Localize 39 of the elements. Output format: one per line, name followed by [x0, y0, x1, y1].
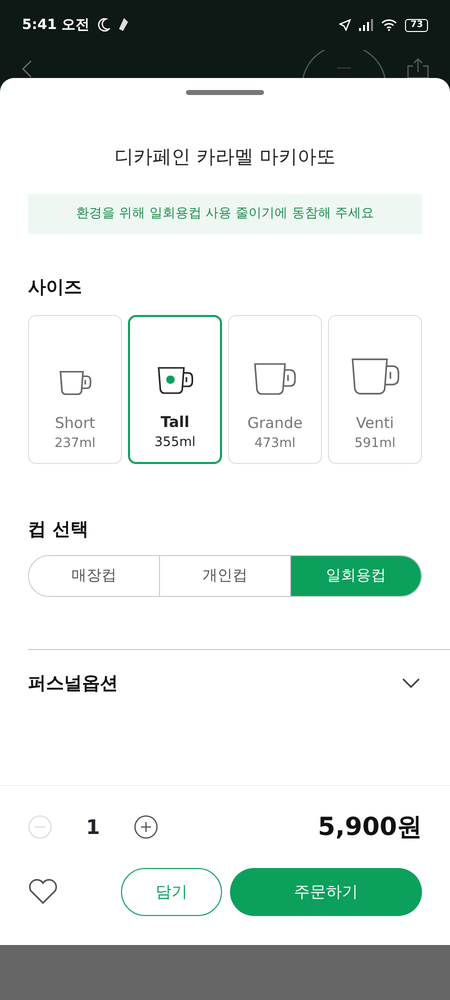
quantity-value: 1	[85, 814, 101, 841]
order-button[interactable]: 주문하기	[230, 868, 422, 916]
location-icon	[339, 19, 352, 31]
cup-option[interactable]: 일회용컵	[290, 556, 421, 596]
back-icon	[22, 60, 32, 78]
section-heading: 컵 선택	[27, 518, 90, 542]
size-option[interactable]: Venti 591ml	[328, 314, 422, 464]
product-title: 디카페인 카라멜 마키아또	[113, 145, 337, 170]
size-name: Short	[54, 412, 96, 434]
size-option[interactable]: Short 237ml	[28, 314, 122, 464]
option-heading: 퍼스널옵션	[28, 672, 118, 696]
size-volume: 473ml	[254, 435, 296, 453]
cart-button[interactable]: 담기	[121, 868, 222, 916]
size-name: Tall	[160, 412, 190, 432]
size-option[interactable]: Grande 473ml	[228, 314, 322, 464]
share-icon	[406, 58, 430, 78]
notice-banner: 환경을 위해 일회용컵 사용 줄이기에 동참해 주세요	[28, 194, 422, 234]
price: 5,900원	[318, 811, 422, 843]
chevron-down-icon[interactable]	[402, 678, 420, 688]
cup-icon	[58, 370, 92, 396]
size-volume: 591ml	[354, 435, 396, 453]
size-option[interactable]: Tall 355ml	[128, 314, 222, 464]
size-name: Venti	[356, 412, 394, 434]
cup-icon	[253, 362, 297, 396]
battery-indicator: 73	[405, 18, 428, 32]
status-time: 5:41 오전	[22, 16, 90, 34]
cup-icon	[350, 356, 400, 396]
drag-handle[interactable]	[186, 90, 264, 95]
plus-button[interactable]	[134, 814, 158, 839]
moon-icon	[98, 18, 110, 32]
size-name: Grande	[247, 412, 303, 434]
notification-icon	[118, 18, 128, 32]
signal-icon	[359, 19, 374, 31]
size-volume: 355ml	[154, 434, 196, 452]
cup-icon	[156, 366, 194, 394]
section-heading: 사이즈	[27, 276, 83, 300]
heart-icon[interactable]	[28, 878, 58, 904]
wifi-icon	[381, 19, 398, 31]
size-volume: 237ml	[54, 435, 96, 453]
